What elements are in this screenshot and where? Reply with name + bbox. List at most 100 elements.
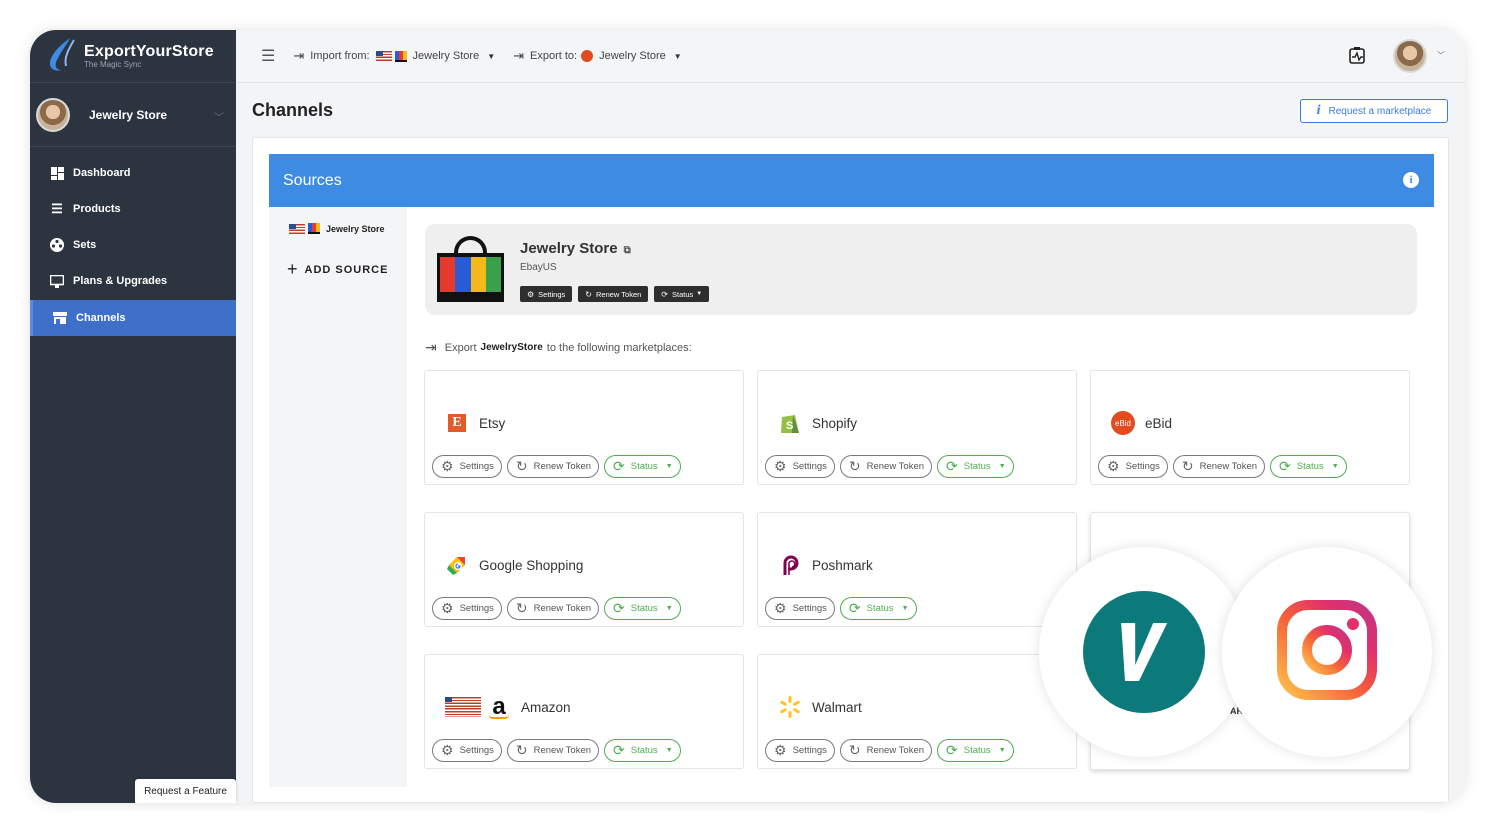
status-dropdown[interactable]: ⟳ Status ▼ <box>937 739 1014 762</box>
refresh-icon: ↻ <box>515 742 528 758</box>
external-link-icon[interactable]: ⧉ <box>624 245 631 256</box>
sidebar-item-channels[interactable]: Channels <box>30 300 236 336</box>
vinted-icon <box>1083 591 1205 713</box>
app-logo[interactable]: ExportYourStore The Magic Sync <box>30 30 236 83</box>
sources-list: Jewelry Store + ADD SOURCE <box>269 207 407 787</box>
settings-button[interactable]: ⚙ Settings <box>432 739 502 762</box>
store-switcher[interactable]: Jewelry Store ﹀ <box>30 83 236 147</box>
import-store-select[interactable]: Jewelry Store <box>413 50 480 62</box>
caret-down-icon[interactable]: ▼ <box>487 52 495 61</box>
sidebar-item-label: Plans & Upgrades <box>73 275 168 287</box>
caret-down-icon[interactable]: ▼ <box>674 52 682 61</box>
list-icon: ☰ <box>51 201 63 216</box>
settings-button[interactable]: ⚙ Settings <box>432 455 502 478</box>
settings-button[interactable]: ⚙ Settings <box>765 597 835 620</box>
export-icon: ⇥ <box>513 48 525 63</box>
add-source-button[interactable]: + ADD SOURCE <box>287 259 388 280</box>
status-dropdown[interactable]: ⟳ Status ▼ <box>1270 455 1347 478</box>
store-icon <box>52 310 68 326</box>
sync-icon: ⟳ <box>1279 458 1291 474</box>
us-flag-icon <box>289 223 305 234</box>
status-dropdown[interactable]: ⟳ Status ▼ <box>604 739 681 762</box>
logo-swoosh-icon <box>44 36 80 76</box>
source-settings-button[interactable]: ⚙ Settings <box>520 286 573 302</box>
renew-token-button[interactable]: ↻ Renew Token <box>506 739 600 762</box>
settings-button[interactable]: ⚙ Settings <box>765 455 835 478</box>
sidebar-item-label: Channels <box>76 312 126 324</box>
request-feature-button[interactable]: Request a Feature <box>135 779 236 803</box>
activity-icon[interactable] <box>1349 47 1365 67</box>
sources-title: Sources <box>283 171 342 189</box>
sidebar-item-products[interactable]: ☰ Products <box>30 191 236 227</box>
settings-button[interactable]: ⚙ Settings <box>432 597 502 620</box>
marketplace-name: Walmart <box>812 699 862 715</box>
status-dropdown[interactable]: ⟳ Status ▼ <box>604 455 681 478</box>
sync-icon: ⟳ <box>613 600 625 616</box>
export-description: ⇥ Export JewelryStore to the following m… <box>425 339 692 355</box>
gear-icon: ⚙ <box>774 458 787 474</box>
source-status-button[interactable]: ⟳ Status ▼ <box>654 286 710 302</box>
renew-token-button[interactable]: ↻ Renew Token <box>839 455 933 478</box>
instagram-icon <box>1277 599 1377 705</box>
export-label: Export to: <box>530 50 578 62</box>
gear-icon: ⚙ <box>774 600 787 616</box>
sidebar-item-label: Dashboard <box>73 167 131 179</box>
import-label: Import from: <box>310 50 370 62</box>
topbar: ☰ ⇥ Import from: Jewelry Store ▼ ⇥ Expor… <box>236 30 1465 83</box>
status-dropdown[interactable]: ⟳ Status ▼ <box>604 597 681 620</box>
sync-icon: ⟳ <box>661 289 668 299</box>
sidebar-item-plans[interactable]: Plans & Upgrades <box>30 263 236 299</box>
sidebar-item-sets[interactable]: Sets <box>30 227 236 263</box>
info-icon[interactable]: i <box>1403 172 1419 188</box>
marketplace-name: Poshmark <box>812 557 873 573</box>
refresh-icon: ↻ <box>515 600 528 616</box>
us-flag-icon <box>445 697 481 717</box>
source-item-jewelry-store[interactable]: Jewelry Store <box>289 223 385 234</box>
renew-token-button[interactable]: ↻ Renew Token <box>506 455 600 478</box>
import-icon: ⇥ <box>293 48 305 63</box>
marketplace-card-google-shopping: Google Shopping ⚙ Settings ↻ Renew Token ⟳… <box>424 512 744 627</box>
settings-button[interactable]: ⚙ Settings <box>765 739 835 762</box>
app-tagline: The Magic Sync <box>84 60 142 69</box>
user-avatar[interactable] <box>1393 39 1427 73</box>
sync-icon: ⟳ <box>848 600 861 616</box>
store-name: Jewelry Store <box>89 107 168 122</box>
marketplace-card-poshmark: Poshmark ⚙ Settings ⟳ Status ▼ <box>757 512 1077 627</box>
marketplace-card-ebid: eBid eBid ⚙ Settings ↻ Renew Token ⟳ Status ▼ <box>1090 370 1410 485</box>
chevron-down-icon[interactable]: ﹀ <box>1437 50 1445 61</box>
refresh-icon: ↻ <box>585 289 592 299</box>
gear-icon: ⚙ <box>441 600 454 616</box>
source-store-subtitle: EbayUS <box>520 262 557 273</box>
settings-button[interactable]: ⚙ Settings <box>1098 455 1168 478</box>
request-marketplace-button[interactable]: i Request a marketplace <box>1300 99 1448 123</box>
renew-token-button[interactable]: ↻ Renew Token <box>1172 455 1266 478</box>
export-store-select[interactable]: Jewelry Store <box>599 50 666 62</box>
source-renew-token-button[interactable]: ↻ Renew Token <box>578 286 649 302</box>
sync-icon: ⟳ <box>946 458 958 474</box>
request-marketplace-label: Request a marketplace <box>1328 105 1432 117</box>
marketplace-name: Google Shopping <box>479 557 584 573</box>
gear-icon: ⚙ <box>527 289 535 299</box>
svg-text:S: S <box>786 420 793 432</box>
page-title: Channels <box>252 100 334 120</box>
dashboard-icon <box>49 165 65 181</box>
sources-header: Sources i <box>269 154 1434 207</box>
caret-down-icon: ▼ <box>901 605 909 612</box>
source-item-label: Jewelry Store <box>326 223 385 234</box>
marketplace-card-shopify: S Shopify ⚙ Settings ↻ Renew Token ⟳ Status ▼ <box>757 370 1077 485</box>
marketplace-name: Amazon <box>521 699 571 715</box>
monitor-icon <box>49 273 65 289</box>
sidebar-item-dashboard[interactable]: Dashboard <box>30 155 236 191</box>
shopify-icon: S <box>778 411 802 435</box>
hamburger-menu-icon[interactable]: ☰ <box>261 46 275 66</box>
caret-down-icon: ▼ <box>1331 463 1339 470</box>
caret-down-icon: ▼ <box>998 463 1006 470</box>
renew-token-button[interactable]: ↻ Renew Token <box>506 597 600 620</box>
renew-token-button[interactable]: ↻ Renew Token <box>839 739 933 762</box>
gear-icon: ⚙ <box>441 458 454 474</box>
status-dropdown[interactable]: ⟳ Status ▼ <box>839 597 917 620</box>
status-dropdown[interactable]: ⟳ Status ▼ <box>937 455 1014 478</box>
film-reel-icon <box>49 237 65 253</box>
gear-icon: ⚙ <box>1107 458 1120 474</box>
instagram-badge <box>1222 547 1432 757</box>
